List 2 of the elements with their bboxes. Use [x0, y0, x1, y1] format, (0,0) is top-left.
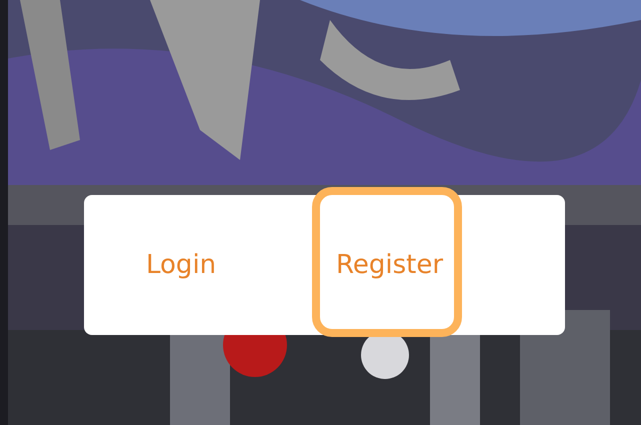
login-button[interactable]: Login	[144, 246, 218, 284]
register-button[interactable]: Register	[334, 246, 446, 284]
